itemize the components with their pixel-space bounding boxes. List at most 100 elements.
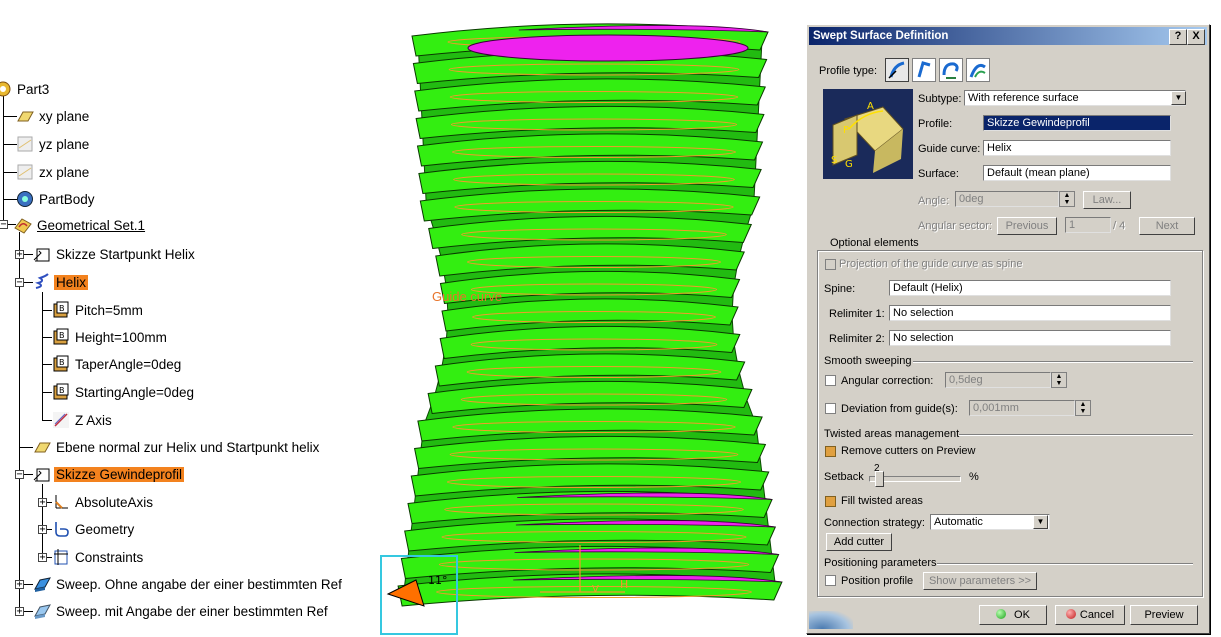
- tree-item-helix[interactable]: Helix: [33, 271, 89, 293]
- sketch-icon: [33, 468, 50, 482]
- fill-twisted-checkbox[interactable]: [825, 496, 836, 507]
- relimiter2-field[interactable]: No selection: [889, 330, 1171, 346]
- subtype-dropdown-arrow-icon[interactable]: ▼: [1171, 91, 1186, 105]
- profile-type-circle-icon[interactable]: [939, 58, 963, 82]
- help-button[interactable]: ?: [1169, 29, 1187, 45]
- tree-item-sweep-ohne[interactable]: Sweep. Ohne angabe der einer bestimmten …: [33, 573, 344, 595]
- add-cutter-button[interactable]: Add cutter: [826, 533, 892, 551]
- tree-item-starting-angle[interactable]: B StartingAngle=0deg: [52, 381, 196, 403]
- plane-icon: [17, 111, 34, 122]
- 3d-viewport[interactable]: H V 11° Guide curve: [380, 0, 800, 637]
- profile-field[interactable]: Skizze Gewindeprofil: [983, 115, 1171, 131]
- angle-spinner-icon[interactable]: ▲ ▼: [1059, 191, 1075, 207]
- positioning-title: Positioning parameters: [824, 557, 937, 569]
- expand-toggle[interactable]: +: [15, 250, 24, 260]
- subtype-select[interactable]: With reference surface: [964, 90, 1186, 106]
- tree-label: Height=100mm: [75, 329, 167, 345]
- connection-strategy-label: Connection strategy:: [824, 517, 925, 529]
- optional-elements-title: Optional elements: [827, 237, 922, 249]
- next-button[interactable]: Next: [1139, 217, 1195, 235]
- parameter-icon: B: [53, 328, 69, 345]
- tree-item-skizze-startpunkt[interactable]: Skizze Startpunkt Helix: [33, 243, 197, 265]
- spine-field[interactable]: Default (Helix): [889, 280, 1171, 296]
- setback-slider-thumb[interactable]: [875, 471, 884, 487]
- tree-label: Geometrical Set.1: [37, 217, 146, 233]
- profile-type-conic-icon[interactable]: [966, 58, 990, 82]
- tree-item-skizze-gewindeprofil[interactable]: Skizze Gewindeprofil: [33, 463, 185, 485]
- relimiter1-field[interactable]: No selection: [889, 305, 1171, 321]
- angular-correction-checkbox[interactable]: [825, 375, 836, 386]
- tree-item-taper-angle[interactable]: B TaperAngle=0deg: [52, 353, 183, 375]
- tree-item-yz-plane[interactable]: yz plane: [16, 133, 91, 155]
- guide-curve-field[interactable]: Helix: [983, 140, 1171, 156]
- previous-button[interactable]: Previous: [997, 217, 1057, 235]
- remove-cutters-checkbox[interactable]: [825, 446, 836, 457]
- profile-type-explicit-icon[interactable]: [885, 58, 909, 82]
- connection-strategy-select[interactable]: Automatic: [930, 514, 1050, 530]
- guide-curve-label: Guide curve:: [918, 143, 981, 155]
- expand-toggle[interactable]: +: [15, 607, 24, 617]
- dialog-title-bar[interactable]: Swept Surface Definition ? X: [809, 27, 1207, 45]
- tree-item-zx-plane[interactable]: zx plane: [16, 161, 91, 183]
- law-button[interactable]: Law...: [1083, 191, 1131, 209]
- surface-label: Surface:: [918, 168, 959, 180]
- angle-field[interactable]: 0deg: [955, 191, 1059, 207]
- sector-field[interactable]: 1: [1065, 217, 1111, 233]
- surface-field[interactable]: Default (mean plane): [983, 165, 1171, 181]
- tree-line: [42, 292, 43, 420]
- expand-toggle[interactable]: +: [15, 580, 24, 590]
- deviation-field[interactable]: 0,001mm: [969, 400, 1075, 416]
- tree-line: [42, 420, 52, 421]
- helix-icon: [35, 273, 49, 289]
- tree-item-absolute-axis[interactable]: AbsoluteAxis: [52, 491, 155, 513]
- tree-item-sweep-mit[interactable]: Sweep. mit Angabe der einer bestimmten R…: [33, 600, 330, 622]
- deviation-spinner-icon[interactable]: ▲ ▼: [1075, 400, 1091, 416]
- tree-item-ebene[interactable]: Ebene normal zur Helix und Startpunkt he…: [33, 436, 321, 458]
- collapse-toggle[interactable]: −: [15, 278, 24, 288]
- projection-checkbox[interactable]: [825, 259, 836, 270]
- expand-toggle[interactable]: +: [38, 498, 47, 508]
- tree-item-height[interactable]: B Height=100mm: [52, 326, 169, 348]
- sweep-surface-icon: [34, 577, 51, 592]
- partbody-gear-icon: [17, 191, 33, 207]
- tree-item-constraints[interactable]: Constraints: [52, 546, 145, 568]
- collapse-toggle[interactable]: −: [0, 220, 8, 230]
- close-button[interactable]: X: [1187, 29, 1205, 45]
- tree-item-z-axis[interactable]: Z Axis: [52, 409, 114, 431]
- geometrical-set-icon: [14, 218, 32, 234]
- setback-slider[interactable]: [869, 471, 961, 487]
- angle-label: Angle:: [918, 195, 950, 207]
- connection-dropdown-arrow-icon[interactable]: ▼: [1033, 515, 1048, 529]
- swept-surface-dialog: Swept Surface Definition ? X Profile typ…: [806, 24, 1210, 634]
- tree-item-xy-plane[interactable]: xy plane: [16, 105, 91, 127]
- collapse-toggle[interactable]: −: [15, 470, 24, 480]
- subtype-label: Subtype:: [918, 93, 962, 105]
- angular-correction-spinner-icon[interactable]: ▲ ▼: [1051, 372, 1067, 388]
- profile-type-line-icon[interactable]: [912, 58, 936, 82]
- tree-label: Z Axis: [75, 412, 112, 428]
- tree-item-pitch[interactable]: B Pitch=5mm: [52, 299, 145, 321]
- tree-label: Skizze Startpunkt Helix: [56, 246, 195, 262]
- thread-surface-render: HV11°: [386, 23, 783, 607]
- cancel-button[interactable]: Cancel: [1055, 605, 1125, 625]
- tree-line: [42, 364, 52, 365]
- preview-a-label: A: [867, 101, 874, 112]
- deviation-checkbox[interactable]: [825, 403, 836, 414]
- preview-button[interactable]: Preview: [1130, 605, 1198, 625]
- angular-correction-field[interactable]: 0,5deg: [945, 372, 1051, 388]
- show-parameters-button[interactable]: Show parameters >>: [923, 572, 1037, 590]
- expand-toggle[interactable]: +: [38, 553, 47, 563]
- position-profile-checkbox[interactable]: [825, 575, 836, 586]
- part-gear-icon: [0, 81, 11, 97]
- dialog-corner-logo: [809, 611, 853, 629]
- tree-item-geometry[interactable]: Geometry: [52, 518, 136, 540]
- plane-icon: [17, 164, 33, 180]
- preview-g-label: G: [845, 159, 853, 170]
- tree-item-part3[interactable]: Part3: [0, 78, 51, 100]
- tree-item-geometrical-set[interactable]: Geometrical Set.1: [14, 214, 147, 236]
- tree-line: [42, 337, 52, 338]
- tree-item-partbody[interactable]: PartBody: [16, 188, 97, 210]
- ok-button[interactable]: OK: [979, 605, 1047, 625]
- expand-toggle[interactable]: +: [38, 525, 47, 535]
- separator: [959, 434, 1193, 436]
